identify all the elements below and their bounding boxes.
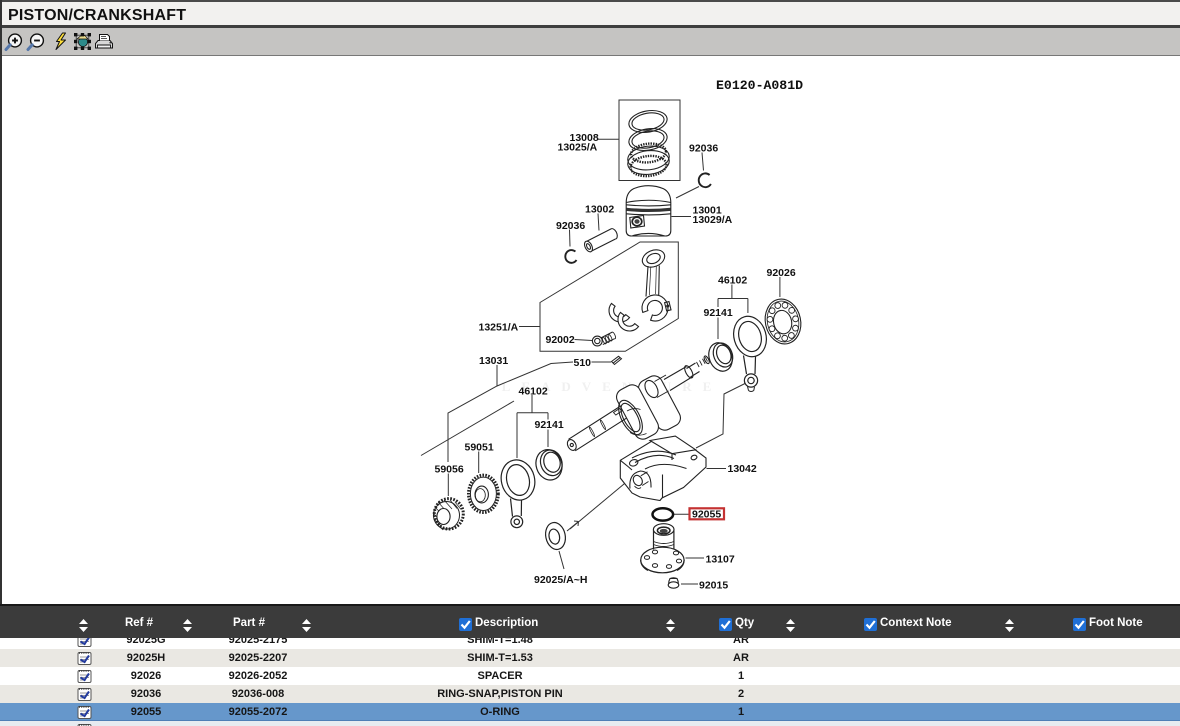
svg-text:13031: 13031 bbox=[479, 355, 508, 367]
svg-text:13029/A: 13029/A bbox=[693, 214, 733, 226]
svg-text:13042: 13042 bbox=[728, 463, 757, 475]
svg-text:E0120-A081D: E0120-A081D bbox=[716, 78, 803, 93]
svg-text:92026: 92026 bbox=[767, 267, 796, 279]
svg-text:13107: 13107 bbox=[706, 554, 735, 566]
svg-text:92055: 92055 bbox=[692, 509, 721, 521]
svg-text:59056: 59056 bbox=[435, 464, 464, 476]
svg-text:13251/A: 13251/A bbox=[479, 322, 519, 334]
svg-text:13025/A: 13025/A bbox=[558, 142, 598, 154]
svg-text:13002: 13002 bbox=[585, 203, 614, 215]
svg-text:92025/A~H: 92025/A~H bbox=[534, 574, 587, 586]
svg-text:92015: 92015 bbox=[699, 580, 728, 592]
svg-text:46102: 46102 bbox=[519, 386, 548, 398]
svg-text:92036: 92036 bbox=[556, 220, 585, 232]
svg-text:92002: 92002 bbox=[546, 334, 575, 346]
svg-text:92141: 92141 bbox=[535, 419, 564, 431]
svg-text:46102: 46102 bbox=[718, 275, 747, 287]
svg-text:59051: 59051 bbox=[465, 442, 494, 454]
svg-text:92141: 92141 bbox=[704, 307, 733, 319]
svg-text:92036: 92036 bbox=[689, 143, 718, 155]
svg-text:510: 510 bbox=[574, 357, 592, 369]
